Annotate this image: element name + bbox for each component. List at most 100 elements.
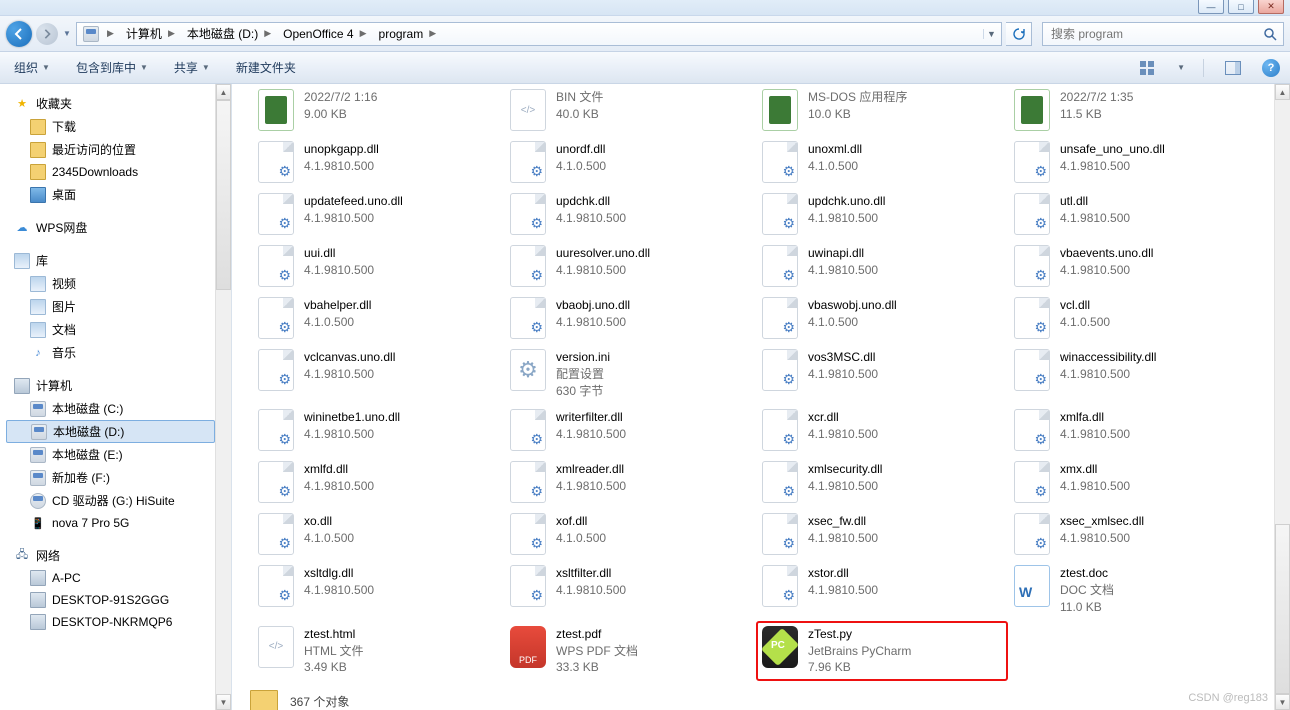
sidebar-drive-f[interactable]: 新加卷 (F:) [6, 466, 215, 489]
search-icon[interactable] [1263, 27, 1277, 41]
sidebar-downloads[interactable]: 下载 [6, 115, 215, 138]
file-item[interactable]: ztest.docDOC 文档11.0 KB [1008, 560, 1260, 620]
main-scrollbar[interactable]: ▲ ▼ [1274, 84, 1290, 710]
scroll-thumb[interactable] [216, 100, 231, 290]
sidebar-recent[interactable]: 最近访问的位置 [6, 138, 215, 161]
history-dropdown[interactable]: ▼ [62, 29, 72, 38]
file-item[interactable]: uui.dll4.1.9810.500 [252, 240, 504, 292]
file-item[interactable]: xstor.dll4.1.9810.500 [756, 560, 1008, 620]
close-button[interactable]: ✕ [1258, 0, 1284, 14]
scroll-thumb[interactable] [1275, 524, 1290, 694]
breadcrumb-computer[interactable]: 计算机▶ [120, 23, 181, 45]
file-item[interactable]: xsec_fw.dll4.1.9810.500 [756, 508, 1008, 560]
file-item[interactable]: unordf.dll4.1.0.500 [504, 136, 756, 188]
sidebar-documents[interactable]: 文档 [6, 318, 215, 341]
file-item[interactable]: ztest.htmlHTML 文件3.49 KB [252, 621, 504, 681]
preview-pane-button[interactable] [1222, 57, 1244, 79]
file-item[interactable]: wininetbe1.uno.dll4.1.9810.500 [252, 404, 504, 456]
file-item[interactable]: xcr.dll4.1.9810.500 [756, 404, 1008, 456]
file-item[interactable]: xsltfilter.dll4.1.9810.500 [504, 560, 756, 620]
scroll-down-button[interactable]: ▼ [1275, 694, 1290, 710]
forward-button[interactable] [36, 23, 58, 45]
file-item[interactable]: updatefeed.uno.dll4.1.9810.500 [252, 188, 504, 240]
share-button[interactable]: 共享▼ [170, 57, 214, 78]
scroll-down-button[interactable]: ▼ [216, 694, 231, 710]
sidebar-pictures[interactable]: 图片 [6, 295, 215, 318]
sidebar-desktop[interactable]: 桌面 [6, 183, 215, 206]
sidebar-apc[interactable]: A-PC [6, 567, 215, 589]
sidebar-scrollbar[interactable]: ▲ ▼ [215, 84, 231, 710]
include-in-library-button[interactable]: 包含到库中▼ [72, 57, 152, 78]
file-item[interactable]: updchk.uno.dll4.1.9810.500 [756, 188, 1008, 240]
sidebar-videos[interactable]: 视频 [6, 272, 215, 295]
maximize-button[interactable]: □ [1228, 0, 1254, 14]
sidebar-drive-d[interactable]: 本地磁盘 (D:) [6, 420, 215, 443]
sidebar-drive-g[interactable]: CD 驱动器 (G:) HiSuite [6, 489, 215, 512]
file-item[interactable]: uuresolver.uno.dll4.1.9810.500 [504, 240, 756, 292]
file-item[interactable]: vbahelper.dll4.1.0.500 [252, 292, 504, 344]
file-item[interactable]: vclcanvas.uno.dll4.1.9810.500 [252, 344, 504, 404]
file-item[interactable]: BIN 文件40.0 KB [504, 84, 756, 136]
search-input[interactable] [1049, 26, 1263, 42]
file-item[interactable]: 2022/7/2 1:3511.5 KB [1008, 84, 1260, 136]
refresh-button[interactable] [1006, 22, 1032, 46]
view-options-button[interactable] [1137, 57, 1159, 79]
libraries-header[interactable]: 库 [6, 249, 215, 272]
organize-button[interactable]: 组织▼ [10, 57, 54, 78]
new-folder-button[interactable]: 新建文件夹 [232, 57, 300, 78]
sidebar-music[interactable]: ♪音乐 [6, 341, 215, 364]
view-options-dropdown[interactable]: ▼ [1177, 63, 1185, 72]
file-item[interactable]: version.ini配置设置630 字节 [504, 344, 756, 404]
file-item[interactable]: xof.dll4.1.0.500 [504, 508, 756, 560]
favorites-header[interactable]: ★收藏夹 [6, 92, 215, 115]
breadcrumb-root-arrow[interactable]: ▶ [101, 23, 120, 45]
minimize-button[interactable]: — [1198, 0, 1224, 14]
file-item[interactable]: xsec_xmlsec.dll4.1.9810.500 [1008, 508, 1260, 560]
address-bar[interactable]: ▶ 计算机▶ 本地磁盘 (D:)▶ OpenOffice 4▶ program▶… [76, 22, 1002, 46]
breadcrumb-program[interactable]: program▶ [373, 23, 443, 45]
file-item[interactable]: MS-DOS 应用程序10.0 KB [756, 84, 1008, 136]
file-item[interactable]: updchk.dll4.1.9810.500 [504, 188, 756, 240]
file-item[interactable]: vos3MSC.dll4.1.9810.500 [756, 344, 1008, 404]
file-item[interactable]: xmlreader.dll4.1.9810.500 [504, 456, 756, 508]
file-item[interactable]: xmlfd.dll4.1.9810.500 [252, 456, 504, 508]
file-item[interactable]: PDFztest.pdfWPS PDF 文档33.3 KB [504, 621, 756, 681]
file-item[interactable]: unoxml.dll4.1.0.500 [756, 136, 1008, 188]
file-item[interactable]: writerfilter.dll4.1.9810.500 [504, 404, 756, 456]
file-item[interactable]: xmx.dll4.1.9810.500 [1008, 456, 1260, 508]
computer-header[interactable]: 计算机 [6, 374, 215, 397]
file-item[interactable]: uwinapi.dll4.1.9810.500 [756, 240, 1008, 292]
file-item[interactable]: winaccessibility.dll4.1.9810.500 [1008, 344, 1260, 404]
dll-icon [510, 409, 546, 451]
file-item[interactable]: vbaswobj.uno.dll4.1.0.500 [756, 292, 1008, 344]
file-item[interactable]: xsltdlg.dll4.1.9810.500 [252, 560, 504, 620]
file-item[interactable]: vbaevents.uno.dll4.1.9810.500 [1008, 240, 1260, 292]
scroll-up-button[interactable]: ▲ [216, 84, 231, 100]
file-item[interactable]: xo.dll4.1.0.500 [252, 508, 504, 560]
sidebar-wps[interactable]: ☁WPS网盘 [6, 216, 215, 239]
sidebar-phone[interactable]: 📱nova 7 Pro 5G [6, 512, 215, 534]
breadcrumb-drive-d[interactable]: 本地磁盘 (D:)▶ [181, 23, 277, 45]
file-item[interactable]: xmlsecurity.dll4.1.9810.500 [756, 456, 1008, 508]
sidebar-desktopnk[interactable]: DESKTOP-NKRMQP6 [6, 611, 215, 633]
file-item[interactable]: 2022/7/2 1:169.00 KB [252, 84, 504, 136]
file-item[interactable]: vcl.dll4.1.0.500 [1008, 292, 1260, 344]
sidebar-drive-e[interactable]: 本地磁盘 (E:) [6, 443, 215, 466]
sidebar-drive-c[interactable]: 本地磁盘 (C:) [6, 397, 215, 420]
search-box[interactable] [1042, 22, 1284, 46]
sidebar-2345downloads[interactable]: 2345Downloads [6, 161, 215, 183]
file-item[interactable]: utl.dll4.1.9810.500 [1008, 188, 1260, 240]
sidebar-desktop91[interactable]: DESKTOP-91S2GGG [6, 589, 215, 611]
file-item[interactable]: unsafe_uno_uno.dll4.1.9810.500 [1008, 136, 1260, 188]
address-dropdown[interactable]: ▼ [983, 29, 999, 39]
help-button[interactable]: ? [1262, 59, 1280, 77]
scroll-up-button[interactable]: ▲ [1275, 84, 1290, 100]
file-item[interactable]: xmlfa.dll4.1.9810.500 [1008, 404, 1260, 456]
back-button[interactable] [6, 21, 32, 47]
file-item[interactable]: unopkgapp.dll4.1.9810.500 [252, 136, 504, 188]
network-header[interactable]: 🖧网络 [6, 544, 215, 567]
file-name: ztest.html [304, 626, 364, 643]
file-item[interactable]: vbaobj.uno.dll4.1.9810.500 [504, 292, 756, 344]
breadcrumb-openoffice[interactable]: OpenOffice 4▶ [277, 23, 372, 45]
file-item[interactable]: zTest.pyJetBrains PyCharm7.96 KB [756, 621, 1008, 681]
